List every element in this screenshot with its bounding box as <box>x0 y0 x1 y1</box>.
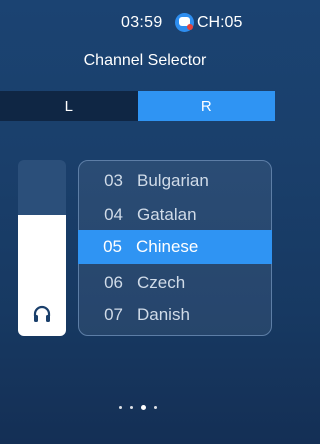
page-indicator[interactable] <box>0 402 275 412</box>
channel-number: 07 <box>104 305 123 324</box>
page-title: Channel Selector <box>83 52 207 69</box>
channel-number: 04 <box>104 205 123 224</box>
clock-time: 03:59 <box>121 14 163 31</box>
page-dot[interactable] <box>129 405 133 409</box>
channel-name: Chinese <box>136 237 199 256</box>
tab-left[interactable]: L <box>0 91 138 121</box>
tab-right[interactable]: R <box>137 91 275 121</box>
headphone-icon <box>33 305 51 322</box>
list-item[interactable]: 07 Danish <box>79 298 271 332</box>
chat-notification-icon <box>175 13 194 32</box>
list-item[interactable]: 04 Gatalan <box>79 198 271 232</box>
page-dot[interactable] <box>118 405 122 409</box>
page-dot[interactable] <box>153 405 157 409</box>
list-item-selected[interactable]: 05 Chinese <box>78 230 272 264</box>
status-bar: 03:59 CH:05 <box>0 0 275 36</box>
channel-name: Czech <box>137 273 186 292</box>
volume-slider[interactable] <box>18 160 66 336</box>
channel-name: Bulgarian <box>137 171 209 190</box>
channel-list[interactable]: 03 Bulgarian 04 Gatalan 05 Chinese 06 Cz… <box>78 160 272 336</box>
channel-name: Danish <box>137 305 190 324</box>
list-item[interactable]: 06 Czech <box>79 266 271 300</box>
channel-number: 03 <box>104 171 123 190</box>
ear-selector: L R <box>0 91 275 121</box>
page-dot-active[interactable] <box>140 404 146 410</box>
channel-number: 06 <box>104 273 123 292</box>
current-channel-label: CH:05 <box>197 14 243 31</box>
channel-name: Gatalan <box>137 205 197 224</box>
list-item[interactable]: 03 Bulgarian <box>79 164 271 198</box>
channel-number: 05 <box>103 237 122 256</box>
